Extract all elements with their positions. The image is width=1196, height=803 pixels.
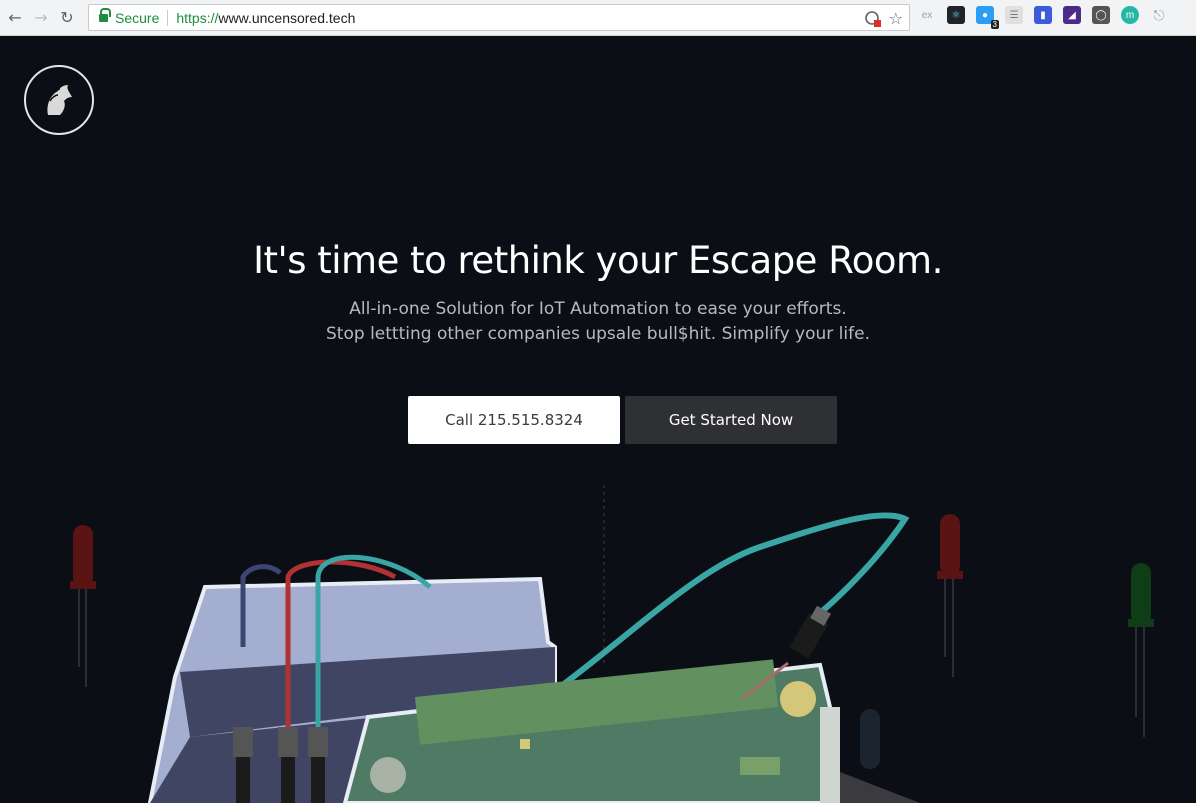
- lock-icon: [99, 7, 111, 23]
- bar-extension-icon[interactable]: ▮: [1034, 6, 1052, 24]
- bookmark-star-icon[interactable]: ☆: [889, 9, 903, 28]
- notes-extension-icon[interactable]: ☰: [1005, 6, 1023, 24]
- url-text[interactable]: https://www.uncensored.tech: [176, 10, 355, 26]
- hero-subtitle-line2: Stop lettting other companies upsale bul…: [326, 324, 870, 344]
- get-started-button[interactable]: Get Started Now: [625, 396, 837, 444]
- omnibox-actions: ☆: [864, 9, 903, 28]
- address-bar[interactable]: Secure https://www.uncensored.tech ☆: [88, 4, 910, 31]
- green-led-icon: [1128, 563, 1154, 737]
- dev-extension-icon[interactable]: ◢: [1063, 6, 1081, 24]
- hero-subtitle-line1: All-in-one Solution for IoT Automation t…: [349, 299, 847, 319]
- back-icon[interactable]: ←: [4, 7, 26, 29]
- forward-icon[interactable]: →: [30, 7, 52, 29]
- red-led-right-icon: [937, 514, 963, 677]
- extension-badge: 3: [990, 20, 999, 29]
- landing-page: It's time to rethink your Escape Room. A…: [0, 37, 1196, 803]
- red-led-left-icon: [70, 525, 96, 687]
- m-extension-icon[interactable]: m: [1121, 6, 1139, 24]
- url-host: www.uncensored.tech: [218, 9, 356, 26]
- bulb-extension-icon[interactable]: ◯: [1092, 6, 1110, 24]
- secure-label: Secure: [115, 9, 160, 26]
- usb-extension-icon[interactable]: ⎋: [1150, 6, 1168, 24]
- horse-logo-icon[interactable]: [24, 65, 94, 135]
- ghostery-icon[interactable]: ● 3: [976, 6, 999, 29]
- extensions-bar: ex ⚛ ● 3 ☰ ▮ ◢ ◯ m ⎋: [918, 6, 1168, 29]
- hardware-illustration: [70, 485, 1154, 803]
- blocked-popup-icon[interactable]: [864, 10, 881, 27]
- hero-title: It's time to rethink your Escape Room.: [253, 239, 943, 282]
- reload-icon[interactable]: ↻: [56, 7, 78, 29]
- call-button[interactable]: Call 215.515.8324: [408, 396, 620, 444]
- omnibox-divider: [167, 9, 169, 26]
- ex-extension-icon[interactable]: ex: [918, 6, 936, 24]
- browser-toolbar: ← → ↻ Secure https://www.uncensored.tech…: [0, 0, 1196, 36]
- react-devtools-icon[interactable]: ⚛: [947, 6, 965, 24]
- url-scheme: https://: [176, 9, 219, 26]
